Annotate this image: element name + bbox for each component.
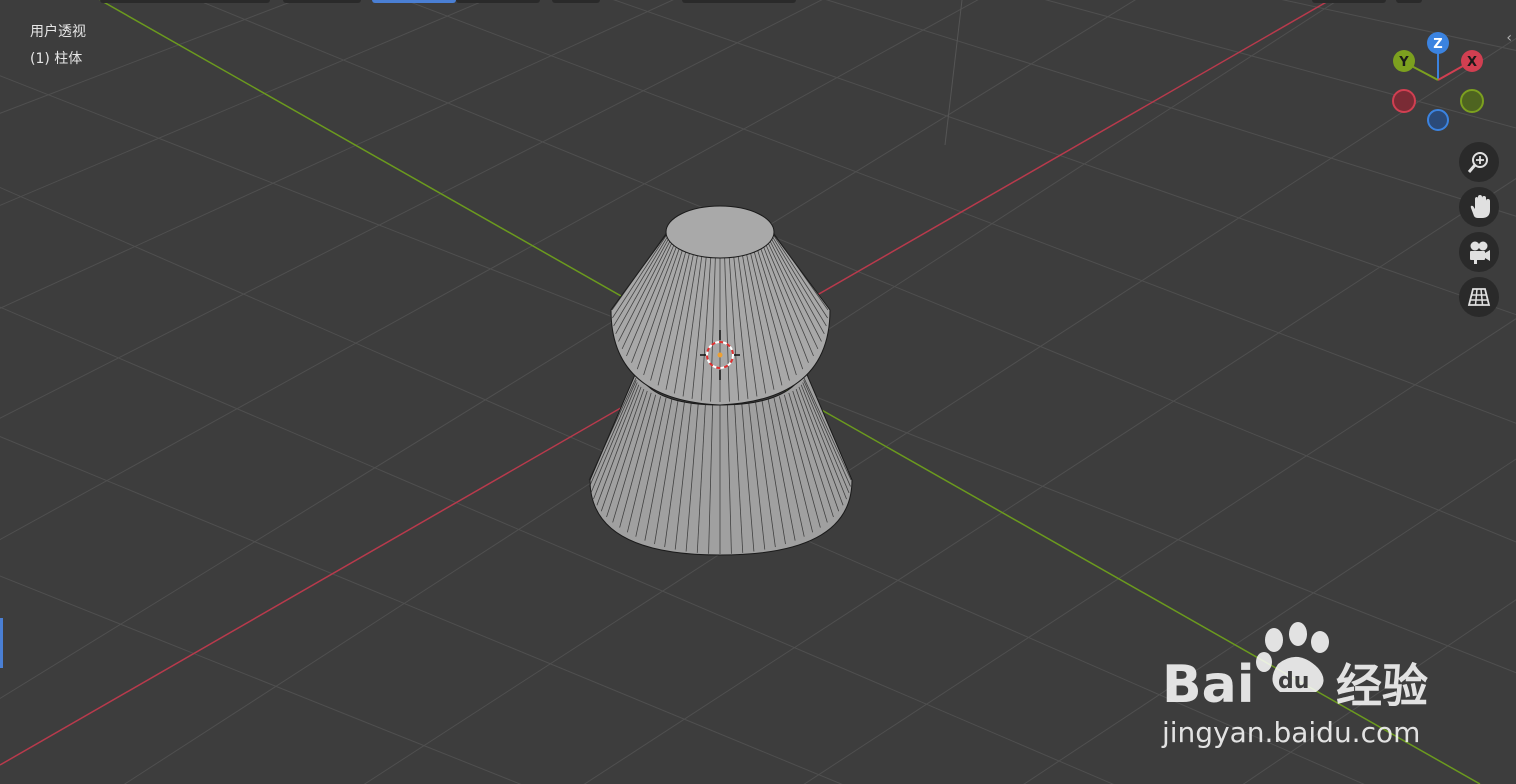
header-tab[interactable] — [1312, 0, 1386, 3]
gizmo-neg-z[interactable] — [1427, 109, 1449, 131]
gizmo-x-label: X — [1467, 55, 1477, 70]
gizmo-z-label: Z — [1433, 37, 1442, 52]
header-tab[interactable] — [552, 0, 600, 3]
camera-view-button[interactable] — [1459, 232, 1499, 272]
header-tab[interactable] — [1396, 0, 1422, 3]
mesh-top-cap — [665, 205, 775, 259]
ortho-toggle-button[interactable] — [1459, 277, 1499, 317]
watermark-url: jingyan.baidu.com — [1161, 716, 1420, 749]
watermark-brand-suffix: du — [1278, 669, 1309, 694]
gizmo-neg-x[interactable] — [1392, 89, 1416, 113]
active-object-label: (1) 柱体 — [30, 51, 83, 67]
header-tab[interactable] — [283, 0, 361, 3]
header-tab[interactable] — [682, 0, 796, 3]
watermark-brand: Bai — [1162, 655, 1255, 715]
gizmo-y-label: Y — [1398, 55, 1409, 70]
ortho-grid-icon — [1467, 288, 1491, 306]
sidebar-toggle-chevron-icon[interactable]: ‹ — [1506, 30, 1512, 46]
zoom-icon — [1467, 152, 1488, 173]
pan-button[interactable] — [1459, 187, 1499, 227]
view-name-label: 用户透视 — [30, 24, 86, 40]
cylinder-mesh-object[interactable] — [588, 205, 853, 556]
left-edge-indicator — [0, 618, 3, 668]
watermark-product: 经验 — [1336, 659, 1428, 713]
zoom-button[interactable] — [1459, 142, 1499, 182]
header-tab[interactable] — [456, 0, 540, 3]
header-tab-active[interactable] — [372, 0, 456, 3]
header-tab[interactable] — [100, 0, 270, 3]
pan-hand-icon — [1470, 195, 1490, 218]
camera-icon — [1470, 241, 1490, 264]
z-faint-line — [944, 0, 963, 146]
baidu-jingyan-watermark: Bai du 经验 jingyan.baidu.com — [1161, 622, 1428, 749]
gizmo-neg-y[interactable] — [1460, 89, 1484, 113]
